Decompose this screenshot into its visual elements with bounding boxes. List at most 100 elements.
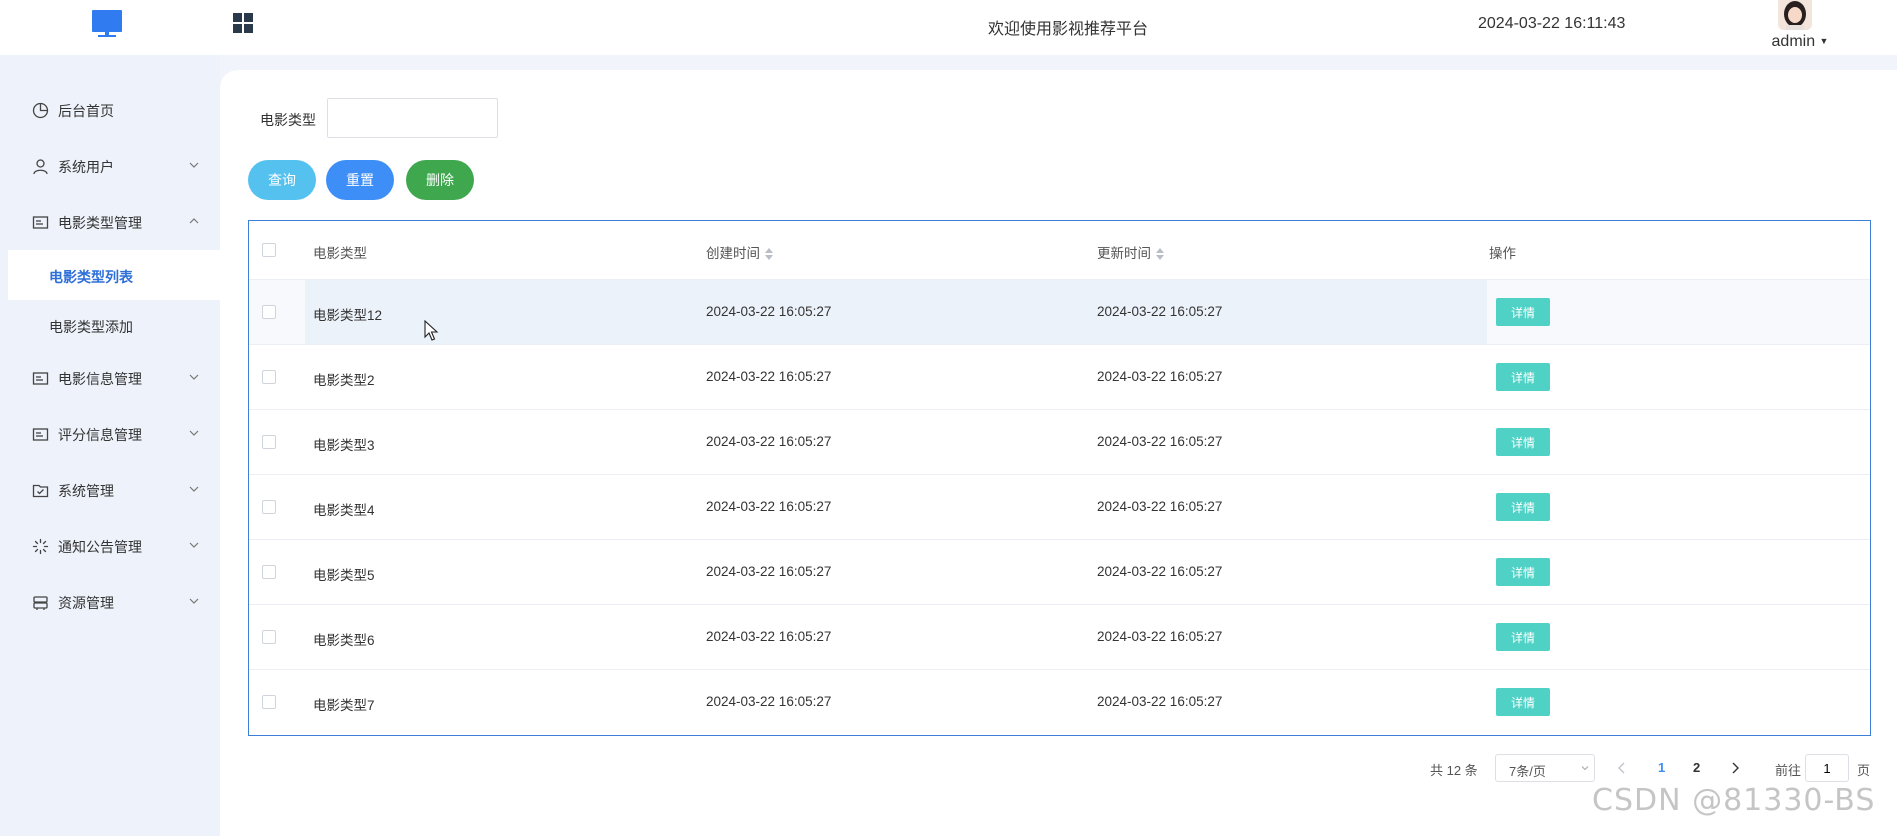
cell-type: 电影类型6 bbox=[313, 633, 375, 648]
sidebar: 后台首页 系统用户 电影类型管理 电影类型列表 电影类型添加 电影信息管理 评分… bbox=[0, 55, 220, 836]
chevron-down-icon bbox=[189, 486, 199, 492]
row-checkbox[interactable] bbox=[262, 435, 276, 449]
sidebar-subitem-movie-type-list[interactable]: 电影类型列表 bbox=[8, 250, 220, 300]
select-all-checkbox[interactable] bbox=[262, 243, 276, 257]
loading-icon bbox=[32, 538, 49, 555]
main-content: 电影类型 查询 重置 删除 电影类型 创建时间 更新时间 操作 电影类型12 2… bbox=[220, 70, 1897, 836]
current-datetime: 2024-03-22 16:11:43 bbox=[1478, 15, 1626, 32]
sidebar-item-notice-mgmt[interactable]: 通知公告管理 bbox=[0, 518, 220, 574]
sidebar-item-label: 电影信息管理 bbox=[58, 371, 142, 387]
page-2-button[interactable]: 2 bbox=[1693, 760, 1700, 775]
table-row[interactable]: 电影类型5 2024-03-22 16:05:27 2024-03-22 16:… bbox=[249, 540, 1870, 605]
chevron-up-icon bbox=[189, 218, 199, 224]
cell-updated: 2024-03-22 16:05:27 bbox=[1097, 369, 1223, 384]
chevron-down-icon bbox=[189, 374, 199, 380]
user-menu[interactable]: admin ▼ bbox=[1765, 0, 1835, 55]
cell-type: 电影类型7 bbox=[313, 698, 375, 713]
table-row[interactable]: 电影类型2 2024-03-22 16:05:27 2024-03-22 16:… bbox=[249, 345, 1870, 410]
column-header-type: 电影类型 bbox=[313, 246, 367, 261]
card-icon bbox=[32, 428, 49, 441]
row-checkbox[interactable] bbox=[262, 500, 276, 514]
sidebar-item-resource-mgmt[interactable]: 资源管理 bbox=[0, 574, 220, 630]
next-page-icon[interactable] bbox=[1727, 756, 1743, 780]
avatar[interactable] bbox=[1778, 0, 1812, 30]
cell-created: 2024-03-22 16:05:27 bbox=[706, 434, 832, 449]
username[interactable]: admin ▼ bbox=[1765, 33, 1835, 51]
chevron-down-icon bbox=[189, 162, 199, 168]
detail-button[interactable]: 详情 bbox=[1496, 493, 1550, 521]
sidebar-item-label: 资源管理 bbox=[58, 595, 114, 611]
sidebar-item-rating-mgmt[interactable]: 评分信息管理 bbox=[0, 406, 220, 462]
sidebar-item-system-mgmt[interactable]: 系统管理 bbox=[0, 462, 220, 518]
cell-updated: 2024-03-22 16:05:27 bbox=[1097, 304, 1223, 319]
sort-icon[interactable] bbox=[1156, 247, 1164, 261]
table-row[interactable]: 电影类型12 2024-03-22 16:05:27 2024-03-22 16… bbox=[249, 280, 1870, 345]
reset-button[interactable]: 重置 bbox=[326, 160, 394, 200]
goto-page-input[interactable] bbox=[1805, 754, 1849, 782]
column-header-created[interactable]: 创建时间 bbox=[706, 242, 773, 262]
table-row[interactable]: 电影类型6 2024-03-22 16:05:27 2024-03-22 16:… bbox=[249, 605, 1870, 670]
sidebar-item-movie-type-mgmt[interactable]: 电影类型管理 bbox=[0, 194, 220, 250]
row-checkbox[interactable] bbox=[262, 695, 276, 709]
mouse-cursor-icon bbox=[424, 320, 439, 341]
grid-icon[interactable] bbox=[232, 12, 254, 34]
chevron-down-icon bbox=[189, 430, 199, 436]
chevron-down-icon bbox=[189, 598, 199, 604]
page-size-select[interactable]: 7条/页 bbox=[1495, 754, 1595, 782]
user-icon bbox=[33, 159, 48, 175]
goto-suffix: 页 bbox=[1857, 763, 1871, 778]
row-checkbox[interactable] bbox=[262, 630, 276, 644]
detail-button[interactable]: 详情 bbox=[1496, 623, 1550, 651]
prev-page-icon[interactable] bbox=[1614, 756, 1630, 780]
top-header: 欢迎使用影视推荐平台 2024-03-22 16:11:43 admin ▼ bbox=[0, 0, 1897, 55]
cell-created: 2024-03-22 16:05:27 bbox=[706, 694, 832, 709]
sidebar-item-dashboard[interactable]: 后台首页 bbox=[0, 82, 220, 138]
delete-button[interactable]: 删除 bbox=[406, 160, 474, 200]
table-row[interactable]: 电影类型7 2024-03-22 16:05:27 2024-03-22 16:… bbox=[249, 670, 1870, 735]
cell-created: 2024-03-22 16:05:27 bbox=[706, 499, 832, 514]
cell-updated: 2024-03-22 16:05:27 bbox=[1097, 499, 1223, 514]
cell-created: 2024-03-22 16:05:27 bbox=[706, 629, 832, 644]
row-checkbox[interactable] bbox=[262, 305, 276, 319]
cell-created: 2024-03-22 16:05:27 bbox=[706, 564, 832, 579]
column-header-updated[interactable]: 更新时间 bbox=[1097, 242, 1164, 262]
card-icon bbox=[32, 216, 49, 229]
detail-button[interactable]: 详情 bbox=[1496, 688, 1550, 716]
sidebar-item-movie-info-mgmt[interactable]: 电影信息管理 bbox=[0, 350, 220, 406]
welcome-title: 欢迎使用影视推荐平台 bbox=[988, 21, 1149, 38]
cell-created: 2024-03-22 16:05:27 bbox=[706, 369, 832, 384]
sidebar-item-system-users[interactable]: 系统用户 bbox=[0, 138, 220, 194]
detail-button[interactable]: 详情 bbox=[1496, 428, 1550, 456]
detail-button[interactable]: 详情 bbox=[1496, 558, 1550, 586]
pagination-total: 共 12 条 bbox=[1430, 763, 1478, 778]
cell-updated: 2024-03-22 16:05:27 bbox=[1097, 564, 1223, 579]
folder-check-icon bbox=[32, 484, 49, 498]
cell-type: 电影类型12 bbox=[313, 308, 383, 323]
cell-type: 电影类型4 bbox=[313, 503, 375, 518]
row-checkbox[interactable] bbox=[262, 370, 276, 384]
filter-label: 电影类型 bbox=[260, 112, 316, 128]
sidebar-item-label: 系统用户 bbox=[58, 159, 114, 175]
query-button[interactable]: 查询 bbox=[248, 160, 316, 200]
storage-icon bbox=[33, 596, 48, 610]
sidebar-subitem-movie-type-add[interactable]: 电影类型添加 bbox=[8, 300, 220, 350]
pie-chart-icon bbox=[32, 102, 49, 119]
table-row[interactable]: 电影类型3 2024-03-22 16:05:27 2024-03-22 16:… bbox=[249, 410, 1870, 475]
row-checkbox[interactable] bbox=[262, 565, 276, 579]
page-1-button[interactable]: 1 bbox=[1658, 760, 1665, 775]
cell-updated: 2024-03-22 16:05:27 bbox=[1097, 434, 1223, 449]
chevron-down-icon bbox=[1581, 766, 1589, 771]
monitor-icon[interactable] bbox=[91, 9, 123, 39]
movie-type-table: 电影类型 创建时间 更新时间 操作 电影类型12 2024-03-22 16:0… bbox=[248, 220, 1871, 736]
table-row[interactable]: 电影类型4 2024-03-22 16:05:27 2024-03-22 16:… bbox=[249, 475, 1870, 540]
watermark: CSDN @81330-BS bbox=[1592, 783, 1876, 818]
detail-button[interactable]: 详情 bbox=[1496, 363, 1550, 391]
cell-created: 2024-03-22 16:05:27 bbox=[706, 304, 832, 319]
goto-label: 前往 bbox=[1775, 763, 1802, 778]
movie-type-search-input[interactable] bbox=[327, 98, 498, 138]
sort-icon[interactable] bbox=[765, 247, 773, 261]
sidebar-item-label: 电影类型管理 bbox=[58, 215, 142, 231]
cell-type: 电影类型3 bbox=[313, 438, 375, 453]
avatar-image bbox=[1778, 0, 1812, 30]
detail-button[interactable]: 详情 bbox=[1496, 298, 1550, 326]
